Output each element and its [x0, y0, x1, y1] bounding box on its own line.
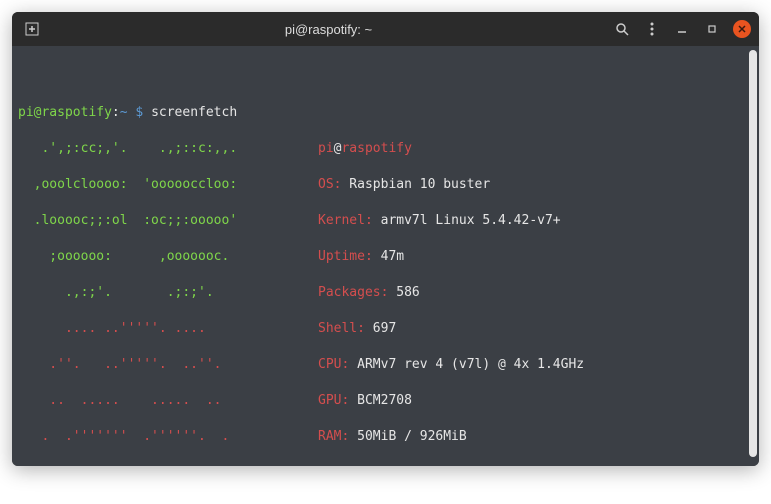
- command-text: screenfetch: [151, 105, 237, 120]
- kernel-value: armv7l Linux 5.4.42-v7+: [373, 213, 561, 228]
- gpu-value: BCM2708: [349, 393, 412, 408]
- prompt-user: pi@raspotify: [18, 105, 112, 120]
- logo-line: . .''''''' .''''''. .: [18, 429, 229, 444]
- kernel-label: Kernel:: [318, 213, 373, 228]
- cpu-value: ARMv7 rev 4 (v7l) @ 4x 1.4GHz: [349, 357, 584, 372]
- gpu-label: GPU:: [318, 393, 349, 408]
- logo-line: .''. ..'''''. ..''.: [18, 357, 222, 372]
- window-title: pi@raspotify: ~: [44, 22, 613, 37]
- info-host: raspotify: [341, 141, 411, 156]
- prompt-line-1: pi@raspotify:~ $ screenfetch: [18, 104, 753, 122]
- os-value: Raspbian 10 buster: [341, 177, 490, 192]
- info-user: pi: [318, 141, 334, 156]
- logo-line: ,ooolcloooo: 'oooooccloo:: [18, 177, 237, 192]
- os-label: OS:: [318, 177, 341, 192]
- logo-line: .',;:cc;,'. .,;::c:,,.: [18, 141, 237, 156]
- terminal-window: pi@raspotify: ~ pi@raspotify:~ $ screenf…: [12, 12, 759, 466]
- shell-label: Shell:: [318, 321, 365, 336]
- ram-value: 50MiB / 926MiB: [349, 429, 466, 444]
- maximize-button[interactable]: [703, 20, 721, 38]
- new-tab-icon[interactable]: [20, 22, 44, 36]
- logo-line: .. ..... ..... ..: [18, 393, 222, 408]
- search-icon[interactable]: [613, 20, 631, 38]
- titlebar: pi@raspotify: ~: [12, 12, 759, 46]
- logo-line: .'' .'''''''' .'''''''. ''.: [18, 465, 245, 466]
- scrollbar[interactable]: [749, 50, 757, 457]
- prompt-sep: :: [112, 105, 120, 120]
- logo-line: .,:;'. .;:;'.: [18, 285, 214, 300]
- prompt-path: ~: [120, 105, 128, 120]
- close-button[interactable]: [733, 20, 751, 38]
- shell-value: 697: [365, 321, 396, 336]
- menu-icon[interactable]: [643, 20, 661, 38]
- ram-label: RAM:: [318, 429, 349, 444]
- uptime-label: Uptime:: [318, 249, 373, 264]
- cpu-label: CPU:: [318, 357, 349, 372]
- minimize-button[interactable]: [673, 20, 691, 38]
- uptime-value: 47m: [373, 249, 404, 264]
- terminal-body[interactable]: pi@raspotify:~ $ screenfetch .',;:cc;,'.…: [12, 46, 759, 466]
- logo-line: .looooc;;:ol :oc;;:ooooo': [18, 213, 237, 228]
- logo-line: ;oooooo: ,ooooooc.: [18, 249, 229, 264]
- packages-label: Packages:: [318, 285, 388, 300]
- packages-value: 586: [388, 285, 419, 300]
- window-controls: [613, 20, 751, 38]
- logo-line: .... ..'''''. ....: [18, 321, 206, 336]
